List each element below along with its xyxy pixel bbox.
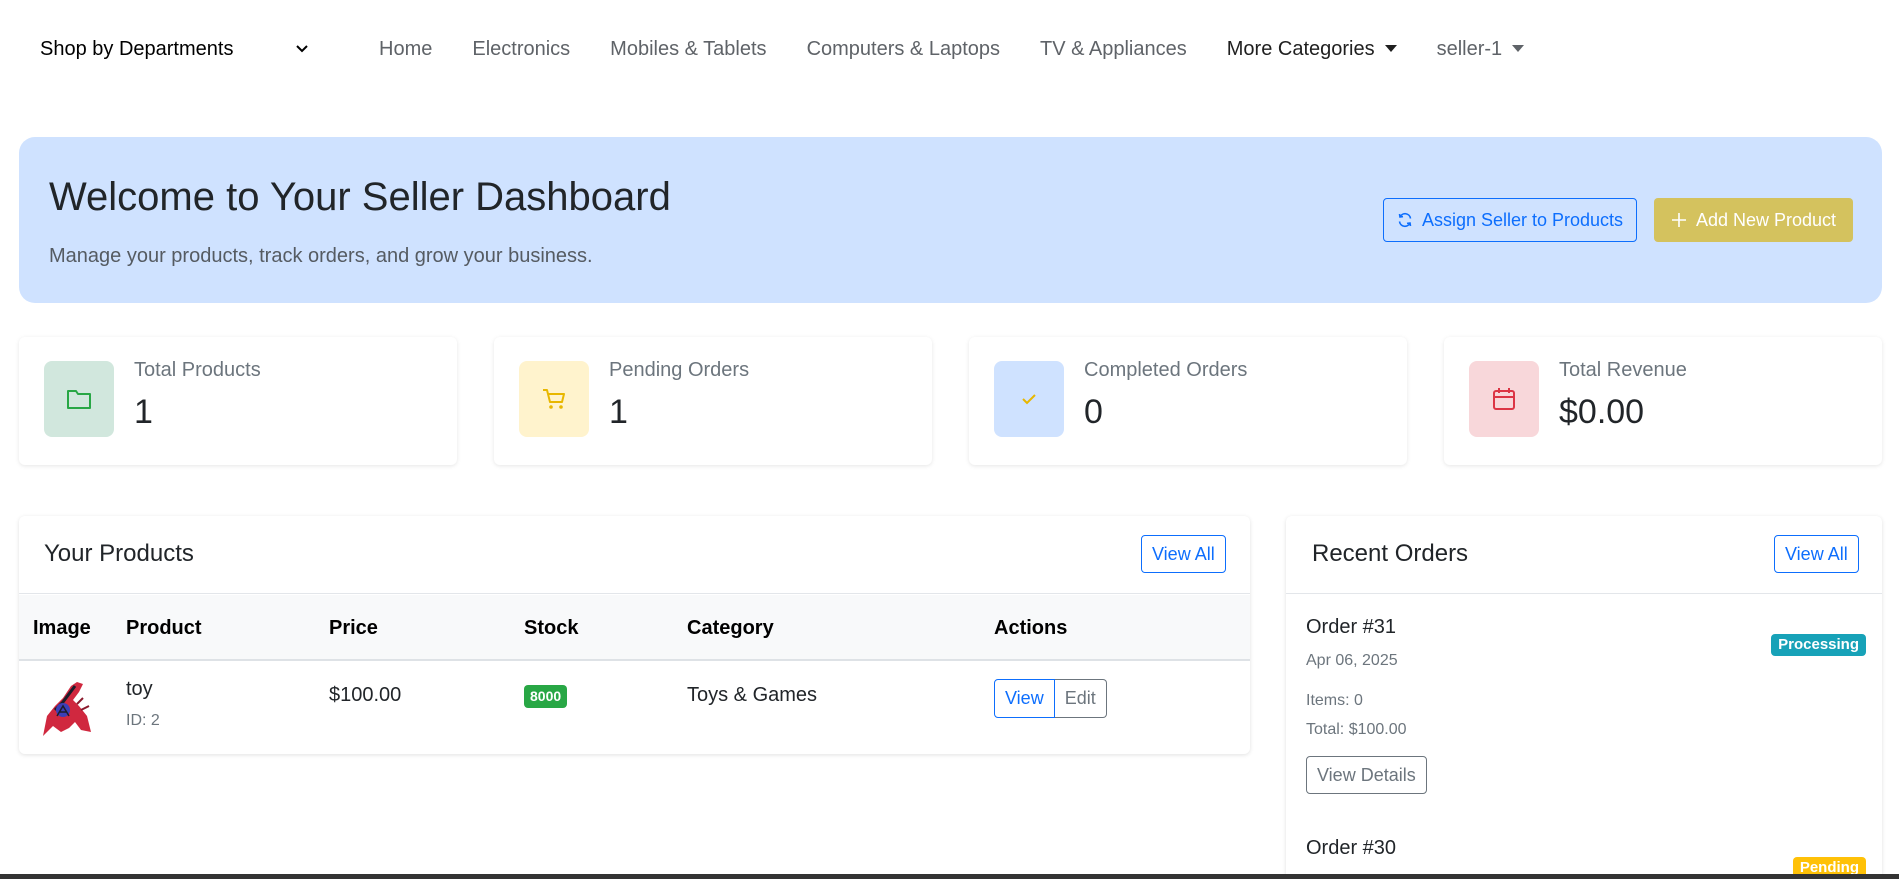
add-new-product-button[interactable]: Add New Product: [1654, 198, 1853, 242]
column-header-stock: Stock: [524, 617, 579, 639]
nav-link-home[interactable]: Home: [379, 38, 432, 61]
stat-card-total-products: Total Products 1: [19, 337, 457, 465]
stat-card-total-revenue: Total Revenue $0.00: [1444, 337, 1882, 465]
product-name: toy: [126, 678, 153, 700]
calendar-icon: [1469, 361, 1539, 437]
departments-label: Shop by Departments: [40, 37, 234, 60]
assign-seller-label: Assign Seller to Products: [1421, 209, 1624, 230]
nav-link-computers-laptops[interactable]: Computers & Laptops: [807, 38, 1000, 61]
more-categories-label: More Categories: [1226, 37, 1375, 60]
departments-dropdown[interactable]: Shop by Departments: [40, 36, 310, 62]
user-name: seller-1: [1436, 37, 1503, 60]
nav-link-electronics[interactable]: Electronics: [472, 38, 570, 61]
order-title: Order #30: [1306, 837, 1397, 859]
orders-panel-header: Recent Orders View All: [1286, 516, 1882, 594]
nav-link-mobiles-tablets[interactable]: Mobiles & Tablets: [610, 38, 766, 61]
products-title: Your Products: [44, 540, 194, 567]
window-bottom-edge: [0, 874, 1899, 879]
list-item: Order #30 Pending: [1306, 837, 1866, 879]
chevron-down-icon: [294, 41, 310, 57]
top-navbar: Shop by Departments Home Electronics Mob…: [0, 0, 1899, 98]
stat-label: Total Revenue: [1559, 359, 1687, 381]
refresh-icon: [1398, 212, 1412, 228]
products-panel: Your Products View All Image Product Pri…: [19, 516, 1250, 754]
products-table-header: Image Product Price Stock Category Actio…: [19, 595, 1250, 661]
product-id: ID: 2: [126, 712, 160, 729]
recent-orders-panel: Recent Orders View All Order #31 Process…: [1286, 516, 1882, 879]
order-total: Total: $100.00: [1306, 721, 1407, 738]
stat-label: Pending Orders: [609, 359, 750, 381]
column-header-price: Price: [329, 617, 378, 639]
view-details-button[interactable]: View Details: [1306, 756, 1427, 794]
check-icon: [994, 361, 1064, 437]
plus-icon: [1671, 213, 1686, 227]
product-actions: View Edit: [994, 679, 1107, 718]
stat-value: 0: [1084, 393, 1103, 431]
products-panel-header: Your Products View All: [19, 516, 1250, 594]
order-items: Items: 0: [1306, 692, 1363, 709]
list-item: Order #31 Processing Apr 06, 2025 Items:…: [1306, 616, 1866, 816]
stat-label: Total Products: [134, 359, 261, 381]
status-badge: Processing: [1771, 634, 1866, 656]
stat-card-completed-orders: Completed Orders 0: [969, 337, 1407, 465]
stat-label: Completed Orders: [1084, 359, 1248, 381]
page-title: Welcome to Your Seller Dashboard: [49, 175, 671, 219]
column-header-actions: Actions: [994, 617, 1068, 639]
stat-value: 1: [134, 393, 153, 431]
edit-product-button[interactable]: Edit: [1054, 679, 1107, 718]
nav-link-tv-appliances[interactable]: TV & Appliances: [1040, 38, 1187, 61]
column-header-category: Category: [687, 617, 774, 639]
table-row: toy ID: 2 $100.00 8000 Toys & Games View…: [19, 662, 1250, 754]
products-view-all-button[interactable]: View All: [1141, 535, 1226, 573]
order-date: Apr 06, 2025: [1306, 652, 1398, 669]
cart-icon: [519, 361, 589, 437]
caret-down-icon: [1384, 44, 1397, 52]
user-dropdown[interactable]: seller-1: [1437, 38, 1525, 61]
stat-value: 1: [609, 393, 628, 431]
more-categories-dropdown[interactable]: More Categories: [1227, 38, 1397, 61]
stat-card-pending-orders: Pending Orders 1: [494, 337, 932, 465]
column-header-product: Product: [126, 617, 202, 639]
caret-down-icon: [1512, 44, 1525, 52]
order-title: Order #31: [1306, 616, 1397, 638]
product-price: $100.00: [329, 684, 402, 706]
page-subtitle: Manage your products, track orders, and …: [49, 245, 593, 267]
orders-view-all-button[interactable]: View All: [1774, 535, 1859, 573]
nav-links: Home Electronics Mobiles & Tablets Compu…: [379, 36, 1564, 62]
view-product-button[interactable]: View: [994, 679, 1055, 718]
welcome-banner: Welcome to Your Seller Dashboard Manage …: [19, 137, 1882, 303]
folder-icon: [44, 361, 114, 437]
column-header-image: Image: [33, 617, 91, 639]
orders-title: Recent Orders: [1312, 540, 1469, 567]
stat-value: $0.00: [1559, 393, 1645, 431]
product-thumbnail[interactable]: [33, 676, 95, 738]
stock-badge: 8000: [524, 685, 568, 708]
assign-seller-button[interactable]: Assign Seller to Products: [1383, 198, 1637, 242]
product-category: Toys & Games: [687, 684, 818, 706]
add-new-product-label: Add New Product: [1695, 209, 1837, 230]
